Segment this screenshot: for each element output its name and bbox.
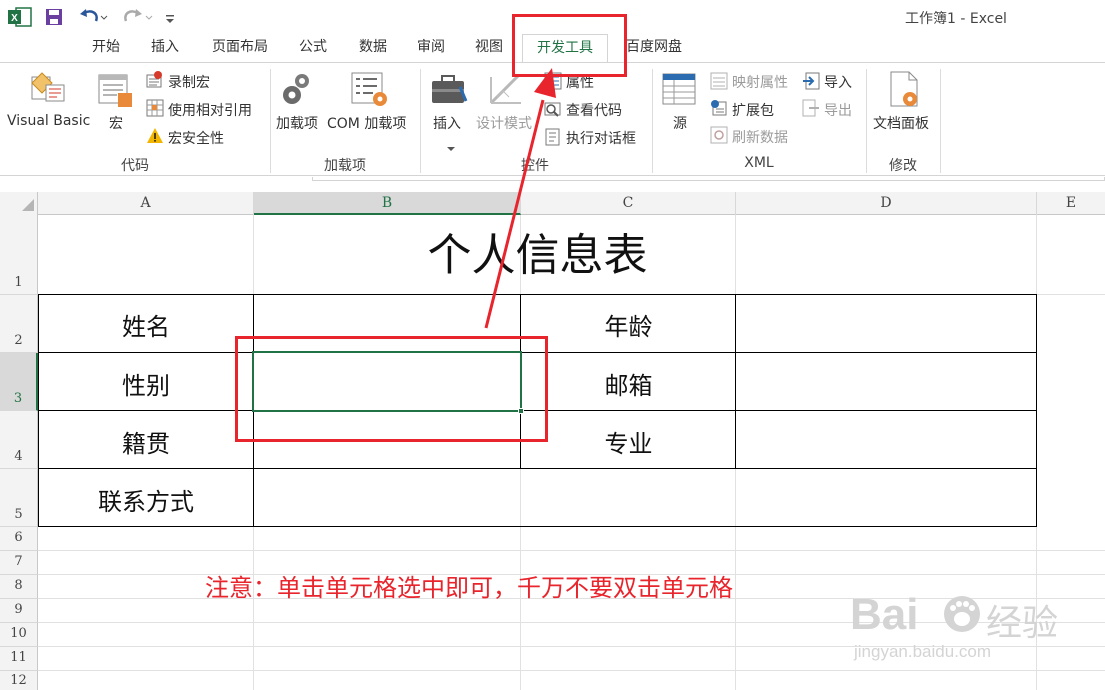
tab-page-layout[interactable]: 页面布局	[200, 34, 280, 62]
use-relative-reference-button[interactable]: 使用相对引用	[168, 100, 252, 120]
import-button[interactable]: 导入	[824, 72, 852, 92]
group-label-code: 代码	[121, 158, 149, 174]
redo-icon[interactable]	[120, 7, 154, 27]
macro-security-button[interactable]: 宏安全性	[168, 128, 224, 148]
excel-logo-icon[interactable]: X	[8, 7, 32, 27]
refresh-data-button[interactable]: 刷新数据	[732, 127, 788, 147]
jingyan-text: 经验	[986, 603, 1059, 644]
import-icon	[802, 72, 820, 90]
row-header[interactable]: 7	[0, 551, 38, 575]
tab-view[interactable]: 视图	[464, 34, 514, 62]
tab-data[interactable]: 数据	[348, 34, 398, 62]
cell-origin-label[interactable]: 籍贯	[38, 424, 254, 459]
baidu-logo-text: Bai	[850, 590, 919, 639]
tab-home[interactable]: 开始	[80, 34, 132, 62]
export-button[interactable]: 导出	[824, 100, 852, 120]
column-header-d[interactable]: D	[736, 192, 1037, 215]
expansion-pack-button[interactable]: 扩展包	[732, 100, 774, 120]
tab-baidu-netdisk[interactable]: 百度网盘	[616, 34, 692, 62]
select-all-corner[interactable]	[0, 192, 38, 215]
row-header[interactable]: 2	[0, 295, 38, 353]
jingyan-url: jingyan.baidu.com	[854, 642, 992, 661]
visual-basic-icon	[30, 71, 66, 105]
tab-review[interactable]: 审阅	[406, 34, 456, 62]
row-header[interactable]: 4	[0, 411, 38, 469]
run-dialog-button[interactable]: 执行对话框	[566, 128, 636, 148]
save-icon[interactable]	[45, 8, 63, 26]
annotation-arrow	[484, 68, 556, 329]
row-header[interactable]: 9	[0, 599, 38, 623]
cell-contact-label[interactable]: 联系方式	[38, 482, 254, 517]
map-properties-icon	[710, 72, 728, 90]
column-header-a[interactable]: A	[38, 192, 254, 215]
row-header[interactable]: 12	[0, 671, 38, 690]
tab-insert[interactable]: 插入	[140, 34, 190, 62]
addins-button[interactable]: 加载项	[276, 113, 318, 133]
document-panel-icon	[888, 71, 922, 109]
addins-gear-icon	[280, 71, 316, 107]
row-header[interactable]: 1	[0, 215, 38, 295]
annotation-note: 注意：单击单元格选中即可，千万不要双击单元格	[205, 574, 733, 602]
record-macro-button[interactable]: 录制宏	[168, 72, 210, 92]
relative-reference-icon	[146, 99, 164, 117]
document-panel-button[interactable]: 文档面板	[873, 113, 929, 133]
macros-icon	[98, 73, 134, 109]
view-code-button[interactable]: 查看代码	[566, 100, 622, 120]
row-header[interactable]: 6	[0, 527, 38, 551]
column-header-e[interactable]: E	[1037, 192, 1105, 215]
row-header[interactable]: 5	[0, 469, 38, 527]
group-label-xml: XML	[744, 155, 774, 171]
baidu-paw-icon	[942, 594, 982, 634]
chevron-down-icon	[446, 137, 456, 151]
record-macro-icon	[146, 71, 164, 89]
expansion-pack-icon	[710, 99, 728, 117]
com-addins-icon	[350, 71, 390, 107]
cell-gender-label[interactable]: 性别	[38, 366, 254, 401]
toolbox-icon	[430, 73, 470, 107]
macros-button[interactable]: 宏	[109, 113, 123, 133]
refresh-data-icon	[710, 126, 728, 144]
row-header[interactable]: 11	[0, 647, 38, 671]
row-header[interactable]: 8	[0, 575, 38, 599]
svg-text:X: X	[11, 13, 18, 24]
tab-formulas[interactable]: 公式	[288, 34, 338, 62]
xml-source-button[interactable]: 源	[673, 113, 687, 133]
xml-source-icon	[662, 73, 698, 107]
com-addins-button[interactable]: COM 加载项	[327, 113, 406, 133]
undo-icon[interactable]	[79, 7, 109, 27]
row-header[interactable]: 3	[0, 353, 38, 411]
cell-email-label[interactable]: 邮箱	[521, 366, 736, 401]
cell-major-label[interactable]: 专业	[521, 424, 736, 459]
map-properties-button[interactable]: 映射属性	[732, 72, 788, 92]
group-label-modify: 修改	[889, 158, 917, 174]
cell-name-label[interactable]: 姓名	[38, 307, 254, 342]
highlight-box-cell	[235, 336, 548, 442]
visual-basic-button[interactable]: Visual Basic	[7, 113, 90, 129]
export-icon	[802, 99, 820, 117]
window-title: 工作簿1 - Excel	[905, 11, 1007, 27]
baidu-watermark: Bai 经验 jingyan.baidu.com	[850, 590, 1090, 670]
group-label-addins: 加载项	[324, 158, 366, 174]
row-header[interactable]: 10	[0, 623, 38, 647]
warning-icon	[146, 127, 164, 145]
customize-icon[interactable]	[165, 10, 175, 23]
insert-control-button[interactable]: 插入	[433, 113, 461, 133]
separator	[940, 69, 941, 173]
